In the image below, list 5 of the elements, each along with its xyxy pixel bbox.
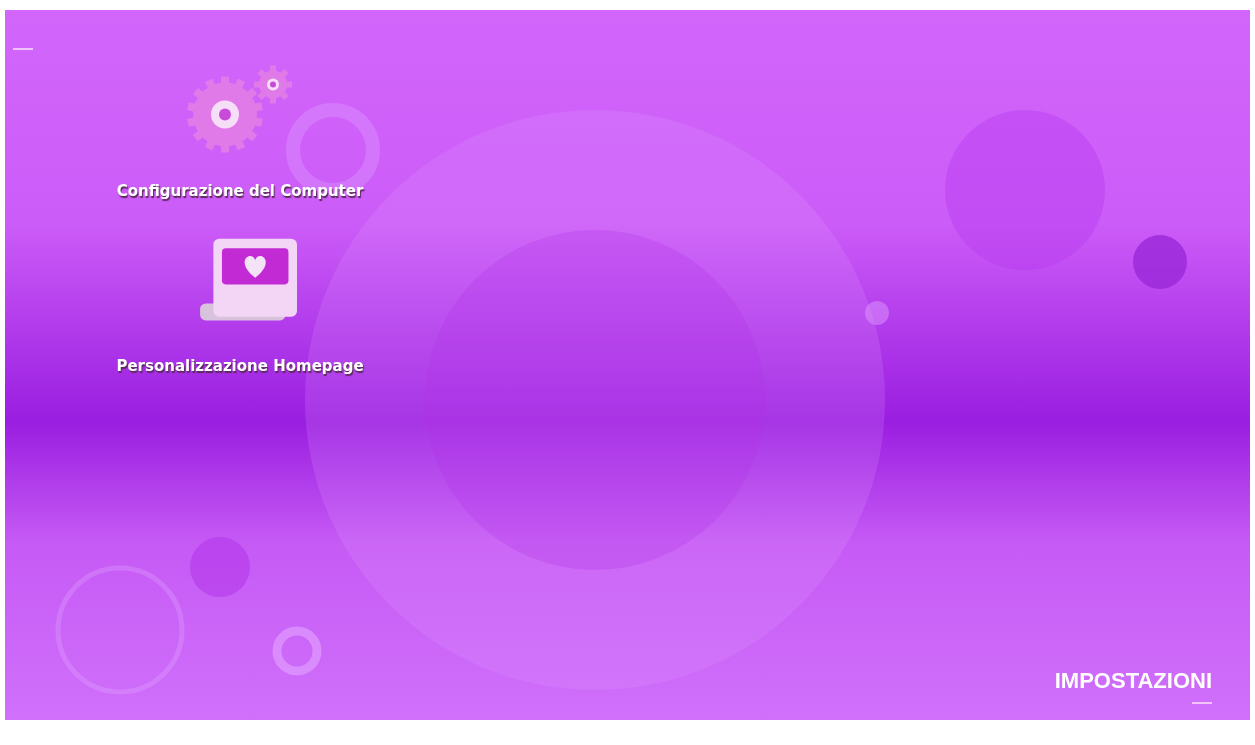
shortcut-label[interactable]: Personalizzazione Homepage <box>116 357 364 375</box>
shortcut-label[interactable]: Configurazione del Computer <box>116 182 364 200</box>
corner-mark <box>1192 702 1212 704</box>
section-title: IMPOSTAZIONI <box>1054 668 1212 693</box>
corner-mark <box>13 48 33 50</box>
